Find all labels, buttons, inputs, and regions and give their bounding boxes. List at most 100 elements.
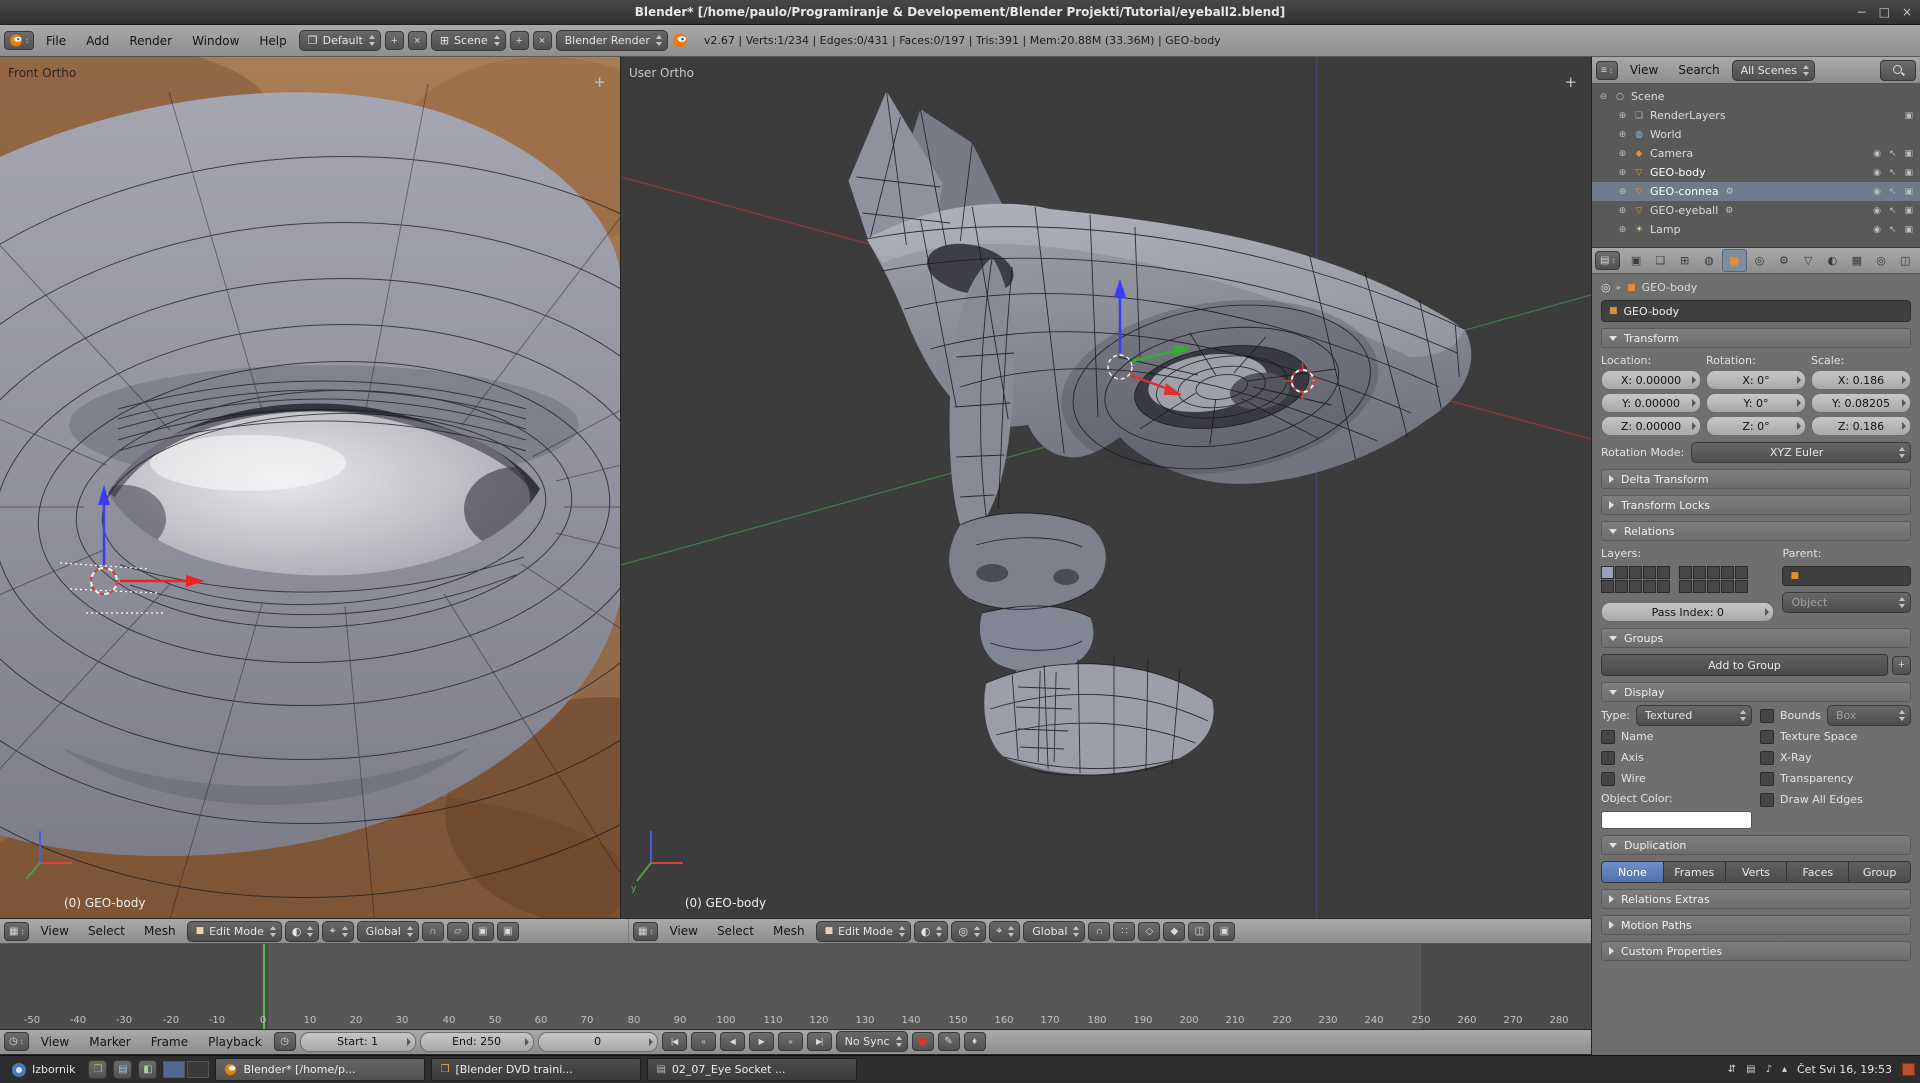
wire-checkbox[interactable] — [1601, 772, 1615, 786]
delete-scene-button[interactable]: × — [533, 31, 552, 50]
layer-toggle[interactable] — [1707, 566, 1720, 579]
layer-toggle[interactable] — [1657, 580, 1670, 593]
rotation-mode-dropdown[interactable]: XYZ Euler — [1691, 442, 1911, 463]
taskbar-window-video[interactable]: ▤ 02_07_Eye Socket ... — [647, 1058, 857, 1081]
layer-toggle[interactable] — [1721, 566, 1734, 579]
view-menu[interactable]: View — [32, 924, 76, 938]
viewport-user-canvas[interactable]: y User Ortho (0) GEO-body + — [621, 57, 1591, 918]
prev-keyframe-button[interactable]: « — [691, 1032, 716, 1051]
view-properties-toggle-front[interactable]: + — [593, 73, 606, 91]
rotation-y-field[interactable]: Y: 0° — [1706, 393, 1806, 413]
face-select-mode-button[interactable]: ◆ — [1163, 922, 1185, 941]
jump-to-start-button[interactable]: |◀ — [662, 1032, 687, 1051]
opengl-render-button[interactable]: ▣ — [1213, 922, 1235, 941]
duplication-frames-button[interactable]: Frames — [1664, 861, 1726, 883]
next-keyframe-button[interactable]: » — [778, 1032, 803, 1051]
view-properties-toggle-user[interactable]: + — [1564, 73, 1577, 91]
add-to-group-button[interactable]: Add to Group — [1601, 654, 1888, 676]
maximize-button[interactable]: □ — [1879, 5, 1890, 19]
object-name-field[interactable]: ■ GEO-body — [1601, 300, 1911, 322]
view-menu[interactable]: View — [661, 924, 705, 938]
physics-tab-icon[interactable]: ◫ — [1894, 250, 1917, 271]
texture-tab-icon[interactable]: ▦ — [1845, 250, 1868, 271]
layer-toggle[interactable] — [1721, 580, 1734, 593]
layer-toggle[interactable] — [1601, 580, 1614, 593]
minimize-button[interactable]: − — [1857, 5, 1867, 19]
close-button[interactable]: × — [1902, 5, 1912, 19]
orientation-dropdown[interactable]: Global — [357, 921, 419, 942]
location-x-field[interactable]: X: 0.00000 — [1601, 370, 1701, 390]
visibility-eye-icon[interactable]: ◉ — [1873, 149, 1881, 159]
play-reverse-button[interactable]: ◀ — [720, 1032, 745, 1051]
end-frame-field[interactable]: End: 250 — [420, 1032, 534, 1052]
vertex-select-mode-button[interactable]: ∷ — [1113, 922, 1135, 941]
transform-panel-header[interactable]: Transform — [1601, 328, 1911, 348]
auto-keyframe-record-button[interactable] — [912, 1032, 934, 1051]
scene-dropdown[interactable]: ⊞ Scene — [431, 30, 506, 51]
motion-paths-panel-header[interactable]: Motion Paths — [1601, 915, 1911, 935]
expand-icon[interactable]: ⊕ — [1617, 206, 1628, 216]
new-group-button[interactable]: + — [1892, 656, 1911, 675]
parent-type-dropdown[interactable]: Object — [1782, 592, 1911, 613]
limit-to-visible-toggle[interactable]: ◫ — [1188, 922, 1210, 941]
renderable-icon[interactable]: ▣ — [1904, 168, 1913, 178]
window-menu[interactable]: Window — [184, 34, 247, 48]
xray-checkbox[interactable] — [1760, 751, 1774, 765]
sync-dropdown[interactable]: No Sync — [836, 1031, 908, 1052]
duplication-group-button[interactable]: Group — [1849, 861, 1911, 883]
proportional-edit-dropdown[interactable]: ◎ — [951, 921, 986, 942]
visibility-eye-icon[interactable]: ◉ — [1873, 225, 1881, 235]
layer-toggle[interactable] — [1707, 580, 1720, 593]
renderable-icon[interactable]: ▣ — [1904, 206, 1913, 216]
expand-icon[interactable]: ⊕ — [1617, 225, 1628, 235]
rotation-z-field[interactable]: Z: 0° — [1706, 416, 1806, 436]
pass-index-field[interactable]: Pass Index: 0 — [1601, 602, 1774, 622]
object-tab-icon[interactable]: ■ — [1722, 249, 1747, 272]
location-y-field[interactable]: Y: 0.00000 — [1601, 393, 1701, 413]
timeline-marker-menu[interactable]: Marker — [81, 1035, 138, 1049]
file-manager-icon[interactable]: ❒ — [88, 1060, 107, 1079]
scale-z-field[interactable]: Z: 0.186 — [1811, 416, 1911, 436]
duplication-verts-button[interactable]: Verts — [1726, 861, 1788, 883]
pivot-dropdown[interactable]: ⌖ — [989, 921, 1020, 942]
selectable-cursor-icon[interactable]: ↖ — [1889, 149, 1897, 159]
layer-toggle[interactable] — [1615, 580, 1628, 593]
visibility-eye-icon[interactable]: ◉ — [1873, 187, 1881, 197]
terminal-icon[interactable]: ▤ — [113, 1060, 132, 1079]
texture-space-checkbox[interactable] — [1760, 730, 1774, 744]
object-color-swatch[interactable] — [1601, 811, 1752, 829]
timeline-editor-type-button[interactable]: ◷↕ — [4, 1032, 29, 1051]
taskbar-window-filemanager[interactable]: ❒ [Blender DVD traini... — [431, 1058, 641, 1081]
particles-tab-icon[interactable]: ◎ — [1869, 250, 1892, 271]
outliner-item-geo-eyeball[interactable]: ⊕ ▽ GEO-eyeball ⚙ ◉↖▣ — [1592, 201, 1920, 220]
expand-icon[interactable]: ⊕ — [1617, 111, 1628, 121]
rotation-x-field[interactable]: X: 0° — [1706, 370, 1806, 390]
expand-icon[interactable]: ⊕ — [1617, 187, 1628, 197]
layer-toggle[interactable] — [1643, 566, 1656, 579]
select-menu[interactable]: Select — [709, 924, 762, 938]
layer-toggle[interactable] — [1629, 566, 1642, 579]
mesh-menu[interactable]: Mesh — [136, 924, 184, 938]
outliner-item-renderlayers[interactable]: ⊕ ❏ RenderLayers ▣ — [1592, 106, 1920, 125]
jump-to-end-button[interactable]: ▶| — [807, 1032, 832, 1051]
render-menu[interactable]: Render — [121, 34, 180, 48]
layer-toggle[interactable] — [1657, 566, 1670, 579]
outliner-item-world[interactable]: ⊕ ◍ World — [1592, 125, 1920, 144]
pin-icon[interactable]: ◎ — [1601, 281, 1611, 294]
snap-element-dropdown[interactable]: ▱ — [447, 922, 469, 941]
bounds-type-dropdown[interactable]: Box — [1827, 705, 1911, 726]
relations-extras-panel-header[interactable]: Relations Extras — [1601, 889, 1911, 909]
keying-set-pencil-button[interactable]: ✎ — [938, 1032, 960, 1051]
opengl-render-button[interactable]: ▣ — [472, 922, 494, 941]
visibility-eye-icon[interactable]: ◉ — [1873, 206, 1881, 216]
applications-menu-button[interactable]: Izbornik — [5, 1058, 82, 1081]
outliner-item-geo-connea[interactable]: ⊕ ▽ GEO-connea ⚙ ◉↖▣ — [1592, 182, 1920, 201]
name-checkbox[interactable] — [1601, 730, 1615, 744]
layer-toggle[interactable] — [1615, 566, 1628, 579]
constraints-tab-icon[interactable]: ◎ — [1748, 250, 1771, 271]
selectable-cursor-icon[interactable]: ↖ — [1889, 168, 1897, 178]
modifiers-tab-icon[interactable]: ⚙ — [1772, 250, 1795, 271]
duplication-panel-header[interactable]: Duplication — [1601, 835, 1911, 855]
duplication-faces-button[interactable]: Faces — [1787, 861, 1849, 883]
taskbar-window-blender[interactable]: Blender* [/home/p... — [215, 1058, 425, 1081]
